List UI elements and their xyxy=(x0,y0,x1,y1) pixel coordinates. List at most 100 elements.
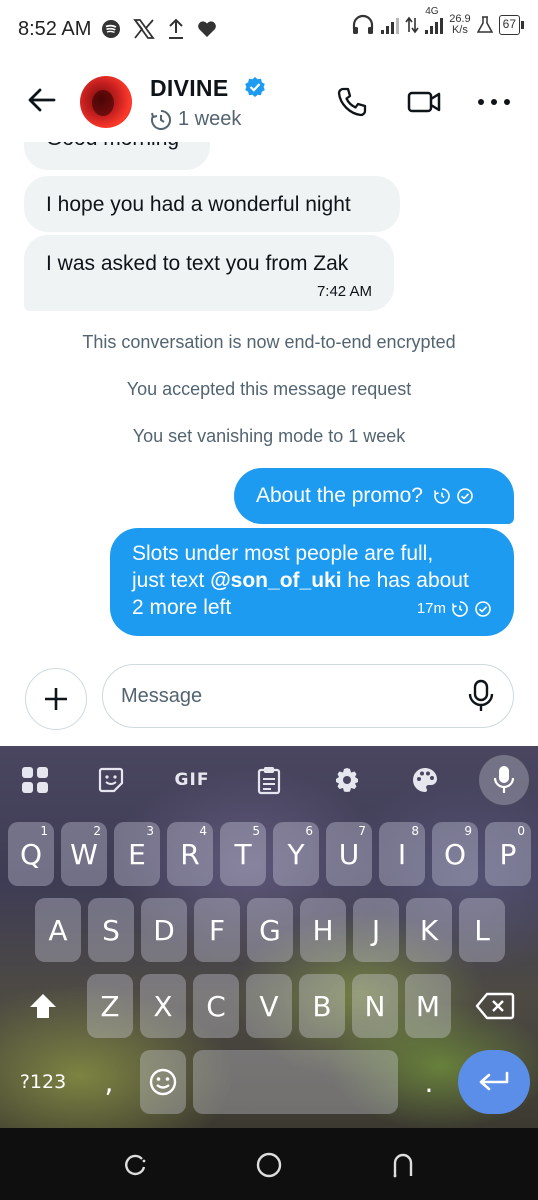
backspace-key[interactable] xyxy=(460,974,530,1038)
theme-palette-icon[interactable] xyxy=(408,764,442,796)
key[interactable]: F xyxy=(194,898,240,962)
heart-icon xyxy=(198,21,217,37)
battery-indicator: 67 xyxy=(498,15,525,35)
microphone-icon[interactable] xyxy=(467,679,495,713)
key[interactable]: N xyxy=(352,974,398,1038)
flask-icon xyxy=(476,16,493,33)
keyboard-toolbar: GIF xyxy=(0,746,538,812)
key[interactable]: 1Q xyxy=(8,822,54,886)
conversation-header: DIVINE 1 week xyxy=(0,62,538,142)
key[interactable]: M xyxy=(405,974,451,1038)
message-input[interactable] xyxy=(121,665,441,727)
key[interactable]: 9O xyxy=(432,822,478,886)
key[interactable]: X xyxy=(140,974,186,1038)
data-arrows-icon xyxy=(405,16,419,34)
more-dots-icon[interactable] xyxy=(478,88,510,116)
symbols-key[interactable]: ?123 xyxy=(8,1050,78,1114)
microphone-icon xyxy=(493,766,515,793)
key[interactable]: D xyxy=(141,898,187,962)
contact-name[interactable]: DIVINE xyxy=(150,75,228,102)
message-list[interactable]: Good morning I hope you had a wonderful … xyxy=(0,142,538,652)
voice-input-button[interactable] xyxy=(479,755,529,805)
backspace-icon xyxy=(475,992,515,1020)
signal-1-icon xyxy=(381,16,400,34)
sent-check-icon xyxy=(457,488,473,504)
key[interactable]: 2W xyxy=(61,822,107,886)
comma-key[interactable]: , xyxy=(86,1050,132,1114)
key[interactable]: C xyxy=(193,974,239,1038)
key[interactable]: Z xyxy=(87,974,133,1038)
spotify-icon xyxy=(102,20,121,38)
enter-key[interactable] xyxy=(458,1050,530,1114)
timer-icon xyxy=(151,109,172,130)
plus-icon xyxy=(45,688,67,710)
timer-icon xyxy=(452,600,468,617)
system-message: You set vanishing mode to 1 week xyxy=(132,426,406,446)
shift-icon xyxy=(30,994,56,1018)
gif-button[interactable]: GIF xyxy=(170,764,214,796)
add-attachment-button[interactable] xyxy=(25,668,87,730)
back-nav-icon[interactable] xyxy=(388,1150,418,1180)
message-status xyxy=(433,487,474,505)
system-navigation-bar xyxy=(0,1128,538,1200)
notification-icons xyxy=(101,18,217,40)
key[interactable]: 7U xyxy=(326,822,372,886)
enter-icon xyxy=(479,1071,509,1091)
message-composer xyxy=(0,660,538,736)
message-time: 7:42 AM xyxy=(316,283,372,300)
emoji-icon xyxy=(149,1068,177,1096)
verified-badge-icon xyxy=(245,77,265,97)
x-logo-icon xyxy=(133,19,156,39)
key[interactable]: K xyxy=(406,898,452,962)
status-time: 8:52 AM xyxy=(18,17,92,40)
key[interactable]: 5T xyxy=(220,822,266,886)
key[interactable]: S xyxy=(88,898,134,962)
on-screen-keyboard: GIF 1Q 2W 3E 4R 5T 6Y 7U 8I 9O 0P A S D … xyxy=(0,746,538,1128)
key[interactable]: L xyxy=(459,898,505,962)
period-key[interactable]: . xyxy=(406,1050,452,1114)
message-outgoing[interactable]: About the promo? xyxy=(234,468,514,524)
apps-grid-icon[interactable] xyxy=(18,764,52,796)
shift-key[interactable] xyxy=(8,974,78,1038)
key[interactable]: 6Y xyxy=(273,822,319,886)
message-status: 17m xyxy=(417,595,492,622)
status-bar: 8:52 AM 4G 26.9 K/s 67 xyxy=(0,0,538,58)
clipboard-icon[interactable] xyxy=(252,764,286,796)
vanish-duration: 1 week xyxy=(178,108,242,130)
message-incoming[interactable]: I hope you had a wonderful night xyxy=(24,176,400,232)
message-input-box[interactable] xyxy=(102,664,514,728)
key[interactable]: B xyxy=(299,974,345,1038)
emoji-key[interactable] xyxy=(140,1050,186,1114)
key[interactable]: G xyxy=(247,898,293,962)
key[interactable]: A xyxy=(35,898,81,962)
space-bar[interactable] xyxy=(193,1050,398,1114)
message-outgoing[interactable]: Slots under most people are full, just t… xyxy=(110,528,514,636)
system-message: This conversation is now end-to-end encr… xyxy=(82,332,456,352)
key[interactable]: 3E xyxy=(114,822,160,886)
key[interactable]: V xyxy=(246,974,292,1038)
vanishing-mode-indicator: 1 week xyxy=(150,108,241,131)
network-type: 4G xyxy=(425,6,439,17)
key[interactable]: 4R xyxy=(167,822,213,886)
key[interactable]: J xyxy=(353,898,399,962)
system-status: 4G 26.9 K/s 67 xyxy=(351,6,525,36)
phone-icon[interactable] xyxy=(336,86,368,118)
video-camera-icon[interactable] xyxy=(406,86,442,118)
key[interactable]: 0P xyxy=(485,822,531,886)
home-icon[interactable] xyxy=(254,1150,284,1180)
message-incoming[interactable]: I was asked to text you from Zak 7:42 AM xyxy=(24,235,394,311)
sticker-icon[interactable] xyxy=(94,764,128,796)
recents-icon[interactable] xyxy=(120,1150,150,1180)
avatar[interactable] xyxy=(80,76,132,128)
message-time: 17m xyxy=(416,600,446,617)
key[interactable]: H xyxy=(300,898,346,962)
message-incoming[interactable]: Good morning xyxy=(24,142,210,170)
key[interactable]: 8I xyxy=(379,822,425,886)
back-arrow-icon[interactable] xyxy=(26,84,58,116)
headphones-icon xyxy=(353,14,374,34)
system-message: You accepted this message request xyxy=(126,379,412,399)
network-speed: 26.9 K/s xyxy=(449,13,471,36)
signal-2-icon: 4G xyxy=(425,6,444,34)
settings-gear-icon[interactable] xyxy=(330,764,364,796)
mention-link[interactable]: @son_of_uki xyxy=(210,569,341,592)
